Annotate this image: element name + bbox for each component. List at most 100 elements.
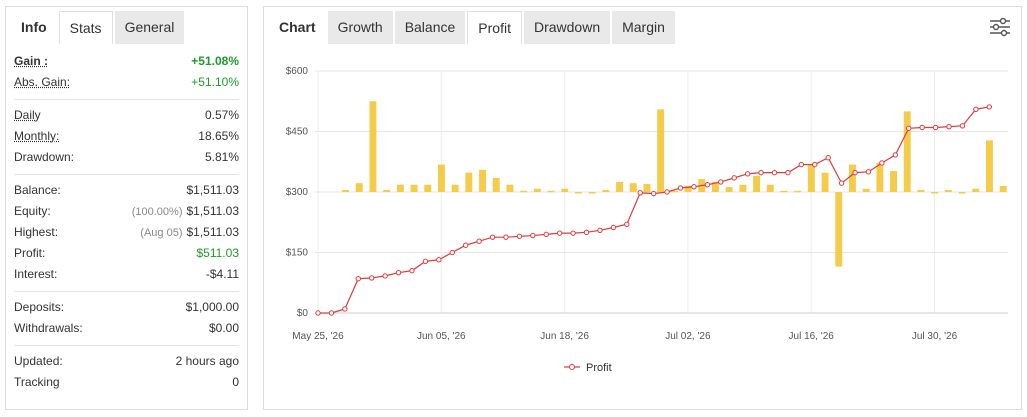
profit-bar [766, 184, 774, 192]
withdrawals-value: $0.00 [208, 321, 239, 335]
profit-point [395, 269, 402, 276]
profit-bar [903, 111, 911, 192]
profit-point [704, 182, 711, 188]
profit-bar [383, 189, 391, 192]
y-tick-label: $300 [286, 187, 309, 198]
profit-bar [999, 185, 1007, 192]
profit-point [919, 124, 925, 131]
y-tick-label: $600 [286, 66, 309, 77]
profit-bar [574, 192, 582, 194]
tab-balance[interactable]: Balance [394, 11, 466, 44]
y-tick-label: $150 [286, 248, 309, 259]
tab-profit[interactable]: Profit [467, 11, 522, 44]
profit-point [946, 123, 952, 130]
profit-point [852, 169, 858, 176]
daily-value: 0.57% [204, 108, 239, 122]
highest-date: (Aug 05) [140, 227, 183, 239]
profit-point [489, 234, 496, 240]
profit-point [355, 276, 361, 282]
tab-general[interactable]: General [114, 11, 185, 44]
interest-row: Interest: -$4.11 [14, 264, 239, 285]
balance-label: Balance: [14, 183, 61, 197]
tab-info[interactable]: Info [11, 11, 57, 44]
x-tick-label: Jun 18, '26 [540, 331, 589, 342]
drawdown-label: Drawdown: [14, 150, 75, 164]
profit-bar [410, 184, 418, 192]
profit-bar [547, 190, 555, 193]
profit-point [315, 310, 321, 316]
deposits-row: Deposits: $1,000.00 [14, 297, 239, 318]
profit-bar [821, 172, 829, 192]
x-tick-label: Jul 02, '26 [665, 331, 711, 342]
profit-bar [780, 190, 788, 193]
profit-point [798, 161, 805, 168]
profit-point [986, 104, 992, 110]
profit-point [865, 169, 872, 175]
tab-drawdown[interactable]: Drawdown [523, 11, 611, 44]
profit-bar [424, 184, 432, 192]
chart-settings-icon[interactable] [989, 17, 1011, 37]
x-tick-label: Jul 16, '26 [789, 331, 835, 342]
profit-point [691, 184, 697, 190]
tab-margin[interactable]: Margin [612, 11, 675, 44]
legend-label: Profit [586, 362, 612, 374]
profit-point [449, 249, 455, 256]
profit-point [583, 229, 590, 236]
equity-row: Equity: (100.00%) $1,511.03 [14, 201, 239, 222]
profit-bar [643, 183, 651, 192]
profit-bar [890, 171, 898, 192]
chart-panel: Chart Growth Balance Profit Drawdown Mar… [263, 6, 1022, 410]
profit-bar [725, 187, 733, 192]
profit-bar [629, 183, 637, 192]
profit-label: Profit: [14, 246, 46, 260]
monthly-label[interactable]: Monthly: [14, 126, 59, 147]
tab-growth[interactable]: Growth [327, 11, 393, 44]
chart-tabs: Chart Growth Balance Profit Drawdown Mar… [269, 11, 677, 44]
profit-point [503, 234, 509, 240]
profit-point [731, 175, 737, 181]
profit-point [892, 152, 899, 158]
deposits-label: Deposits: [14, 300, 65, 314]
left-tabs: Info Stats General [11, 11, 186, 44]
profit-bar [917, 189, 925, 192]
abs-gain-label[interactable]: Abs. Gain: [14, 72, 70, 93]
profit-bar [848, 164, 856, 192]
withdrawals-row: Withdrawals: $0.00 [14, 318, 239, 339]
daily-label[interactable]: Daily [14, 105, 41, 126]
profit-point [476, 238, 482, 244]
gain-label[interactable]: Gain : [14, 51, 48, 72]
profit-row: Profit: $511.03 [14, 243, 239, 264]
legend-marker [569, 364, 575, 370]
profit-point [570, 230, 576, 236]
profit-point [906, 125, 912, 131]
equity-label: Equity: [14, 204, 51, 218]
y-tick-label: $450 [286, 127, 309, 138]
gain-row: Gain : +51.08% [14, 51, 239, 72]
profit-point [436, 257, 442, 263]
profit-bar [985, 140, 993, 192]
drawdown-value: 5.81% [204, 150, 239, 164]
highest-row: Highest: (Aug 05) $1,511.03 [14, 222, 239, 243]
profit-point [369, 275, 375, 281]
monthly-value: 18.65% [198, 129, 239, 143]
profit-point [422, 258, 429, 265]
tab-stats[interactable]: Stats [58, 11, 113, 44]
stats-panel: Info Stats General Gain : +51.08% Abs. G… [5, 6, 248, 410]
sliders-icon [990, 17, 1010, 37]
profit-bar [520, 190, 528, 193]
profit-point [382, 273, 388, 279]
profit-bar [451, 184, 459, 192]
profit-point [771, 169, 778, 176]
updated-label: Updated: [14, 354, 63, 368]
profit-point [516, 233, 523, 240]
profit-bar [588, 192, 596, 194]
profit-point [973, 106, 979, 113]
profit-bar [533, 188, 541, 192]
profit-bar [862, 188, 870, 192]
profit-bar [616, 181, 624, 192]
profit-point [530, 232, 536, 239]
profit-point [624, 221, 630, 227]
profit-point [838, 180, 845, 186]
interest-value: -$4.11 [205, 267, 239, 281]
tab-chart[interactable]: Chart [269, 11, 326, 44]
